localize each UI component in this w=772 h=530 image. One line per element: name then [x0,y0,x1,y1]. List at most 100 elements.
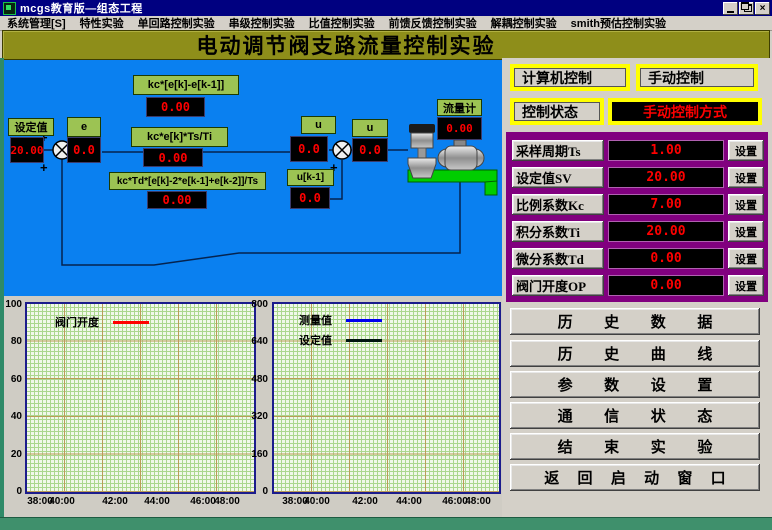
menu-characteristic-exp[interactable]: 特性实验 [73,15,131,31]
valve-opening-chart: 阀门开度 [25,302,256,494]
history-data-button[interactable]: 历史数据 [510,308,760,335]
param-value-ts: 1.00 [608,140,724,161]
error-value: 0.0 [67,137,101,163]
pid-diagram: + + + + 设定值 20.00 e 0.0 kc*[e[k]-e[k-1]]… [4,60,502,296]
y-tick: 100 [4,299,22,310]
minimize-icon [727,11,734,13]
flow-meter-icon [438,140,484,170]
y-tick: 60 [4,374,22,385]
param-value-kc: 7.00 [608,194,724,215]
flowmeter-value: 0.00 [437,117,482,140]
y-tick: 160 [242,449,268,460]
title-bar: mcgs教育版—组态工程 × [0,0,772,16]
i-term-value: 0.00 [143,148,203,167]
control-valve-icon [408,124,436,178]
x-tick: 42:00 [100,496,130,507]
y-tick: 40 [4,411,22,422]
x-tick: 48:00 [463,496,493,507]
setpoint-label: 设定值 [8,118,54,136]
set-button-td[interactable]: 设置 [728,248,764,269]
parameter-setting-button[interactable]: 参数设置 [510,371,760,398]
param-label-sv: 设定值SV [512,167,604,188]
error-label: e [67,117,101,137]
restore-icon [744,4,752,12]
y-tick: 80 [4,336,22,347]
i-term-label: kc*e[k]*Ts/Ti [131,127,228,147]
mcgs-app-icon [3,2,16,15]
param-value-td: 0.00 [608,248,724,269]
blue-line-icon [346,319,382,322]
param-label-kc: 比例系数Kc [512,194,604,215]
menu-feedforward-exp[interactable]: 前馈反馈控制实验 [382,15,484,31]
bottom-edge-strip [0,517,772,530]
menu-ratio-exp[interactable]: 比值控制实验 [302,15,382,31]
param-value-sv: 20.00 [608,167,724,188]
legend-setpoint: 设定值 [299,332,332,348]
menu-decouple-exp[interactable]: 解耦控制实验 [484,15,564,31]
param-label-ts: 采样周期Ts [512,140,604,161]
p-term-value: 0.00 [146,97,205,117]
page-title: 电动调节阀支路流量控制实验 [3,31,769,59]
menu-single-loop-exp[interactable]: 单回路控制实验 [131,15,222,31]
sum-junction-2 [333,141,351,159]
u-prev-value: 0.0 [290,187,330,209]
y-tick: 800 [242,299,268,310]
mcgs-runtime-window: mcgs教育版—组态工程 × 系统管理[S] 特性实验 单回路控制实验 串级控制… [0,0,772,530]
legend-valve-opening: 阀门开度 [55,314,99,330]
flowmeter-label: 流量计 [437,99,482,116]
y-tick: 640 [242,336,268,347]
legend-measured: 测量值 [299,312,332,328]
communication-status-button[interactable]: 通信状态 [510,402,760,429]
flow-trend-chart: 测量值 设定值 [272,302,501,494]
param-value-ti: 20.00 [608,221,724,242]
window-title: mcgs教育版—组态工程 [20,0,143,16]
y-tick: 20 [4,449,22,460]
x-tick: 44:00 [142,496,172,507]
x-tick: 40:00 [47,496,77,507]
param-label-td: 微分系数Td [512,248,604,269]
restore-button[interactable] [739,2,754,15]
trend-charts: 阀门开度 100 80 60 40 20 0 38:00 40:00 42:00… [4,296,502,517]
close-button[interactable]: × [755,2,770,15]
close-icon: × [760,3,766,14]
set-button-op[interactable]: 设置 [728,275,764,296]
x-tick: 42:00 [350,496,380,507]
x-tick: 44:00 [394,496,424,507]
menu-system-manage[interactable]: 系统管理[S] [0,15,73,31]
minimize-button[interactable] [723,2,738,15]
control-panel: 计算机控制 手动控制 控制状态 手动控制方式 采样周期Ts 1.00 设置 设定… [502,58,772,517]
control-status-label: 控制状态 [510,98,604,125]
u-prev-label: u[k-1] [287,169,334,186]
x-tick: 40:00 [302,496,332,507]
set-button-ti[interactable]: 设置 [728,221,764,242]
y-tick: 0 [4,486,22,497]
d-term-label: kc*Td*[e[k]-2*e[k-1]+e[k-2]]/Ts [109,172,266,190]
x-tick: 48:00 [212,496,242,507]
return-start-window-button[interactable]: 返回启动窗口 [510,464,760,491]
manual-control-button[interactable]: 手动控制 [636,64,758,91]
menu-bar: 系统管理[S] 特性实验 单回路控制实验 串级控制实验 比值控制实验 前馈反馈控… [0,16,772,31]
control-status-value: 手动控制方式 [608,98,762,125]
d-term-value: 0.00 [147,191,207,209]
y-tick: 480 [242,374,268,385]
set-button-sv[interactable]: 设置 [728,167,764,188]
param-label-op: 阀门开度OP [512,275,604,296]
setpoint-value: 20.00 [10,137,44,163]
end-experiment-button[interactable]: 结束实验 [510,433,760,460]
history-curve-button[interactable]: 历史曲线 [510,340,760,367]
u-out-label: u [352,119,388,137]
p-term-label: kc*[e[k]-e[k-1]] [133,75,239,95]
computer-control-button[interactable]: 计算机控制 [510,64,630,91]
menu-smith-exp[interactable]: smith预估控制实验 [564,15,673,31]
param-label-ti: 积分系数Ti [512,221,604,242]
menu-cascade-exp[interactable]: 串级控制实验 [222,15,302,31]
black-line-icon [346,339,382,342]
u-sum-value: 0.0 [290,136,328,162]
set-button-ts[interactable]: 设置 [728,140,764,161]
header-band: 电动调节阀支路流量控制实验 [2,30,770,60]
u-out-value: 0.0 [352,138,388,162]
y-tick: 320 [242,411,268,422]
u-sum-label: u [301,116,336,134]
set-button-kc[interactable]: 设置 [728,194,764,215]
param-value-op: 0.00 [608,275,724,296]
